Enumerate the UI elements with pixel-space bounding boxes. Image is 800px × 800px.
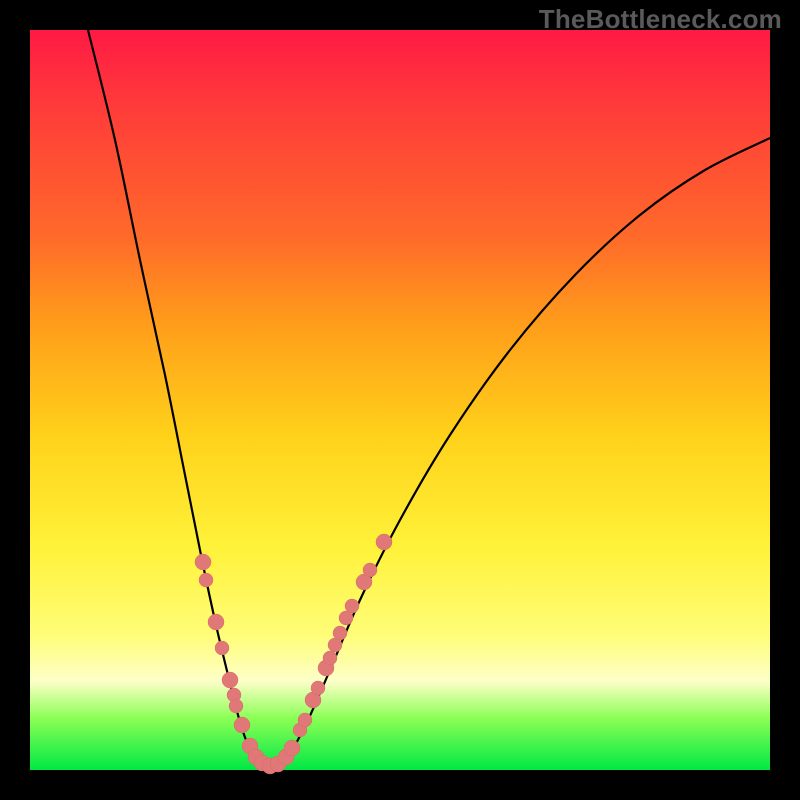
highlight-dot xyxy=(208,614,224,630)
highlight-dot xyxy=(345,599,359,613)
highlight-dot xyxy=(284,740,300,756)
highlight-dot xyxy=(363,563,377,577)
curve-right-branch xyxy=(270,138,770,768)
chart-frame: TheBottleneck.com xyxy=(0,0,800,800)
highlight-dot xyxy=(311,681,325,695)
highlight-dot xyxy=(222,672,238,688)
highlight-dot xyxy=(215,641,229,655)
highlight-dot xyxy=(298,713,312,727)
highlight-dot xyxy=(199,573,213,587)
highlight-dot xyxy=(333,626,347,640)
highlight-dot xyxy=(376,534,392,550)
highlight-dots xyxy=(195,534,392,774)
curve-svg xyxy=(30,30,770,770)
plot-area xyxy=(30,30,770,770)
curve-left-branch xyxy=(88,30,270,768)
highlight-dot xyxy=(323,651,337,665)
highlight-dot xyxy=(234,717,250,733)
highlight-dot xyxy=(195,554,211,570)
highlight-dot xyxy=(229,699,243,713)
